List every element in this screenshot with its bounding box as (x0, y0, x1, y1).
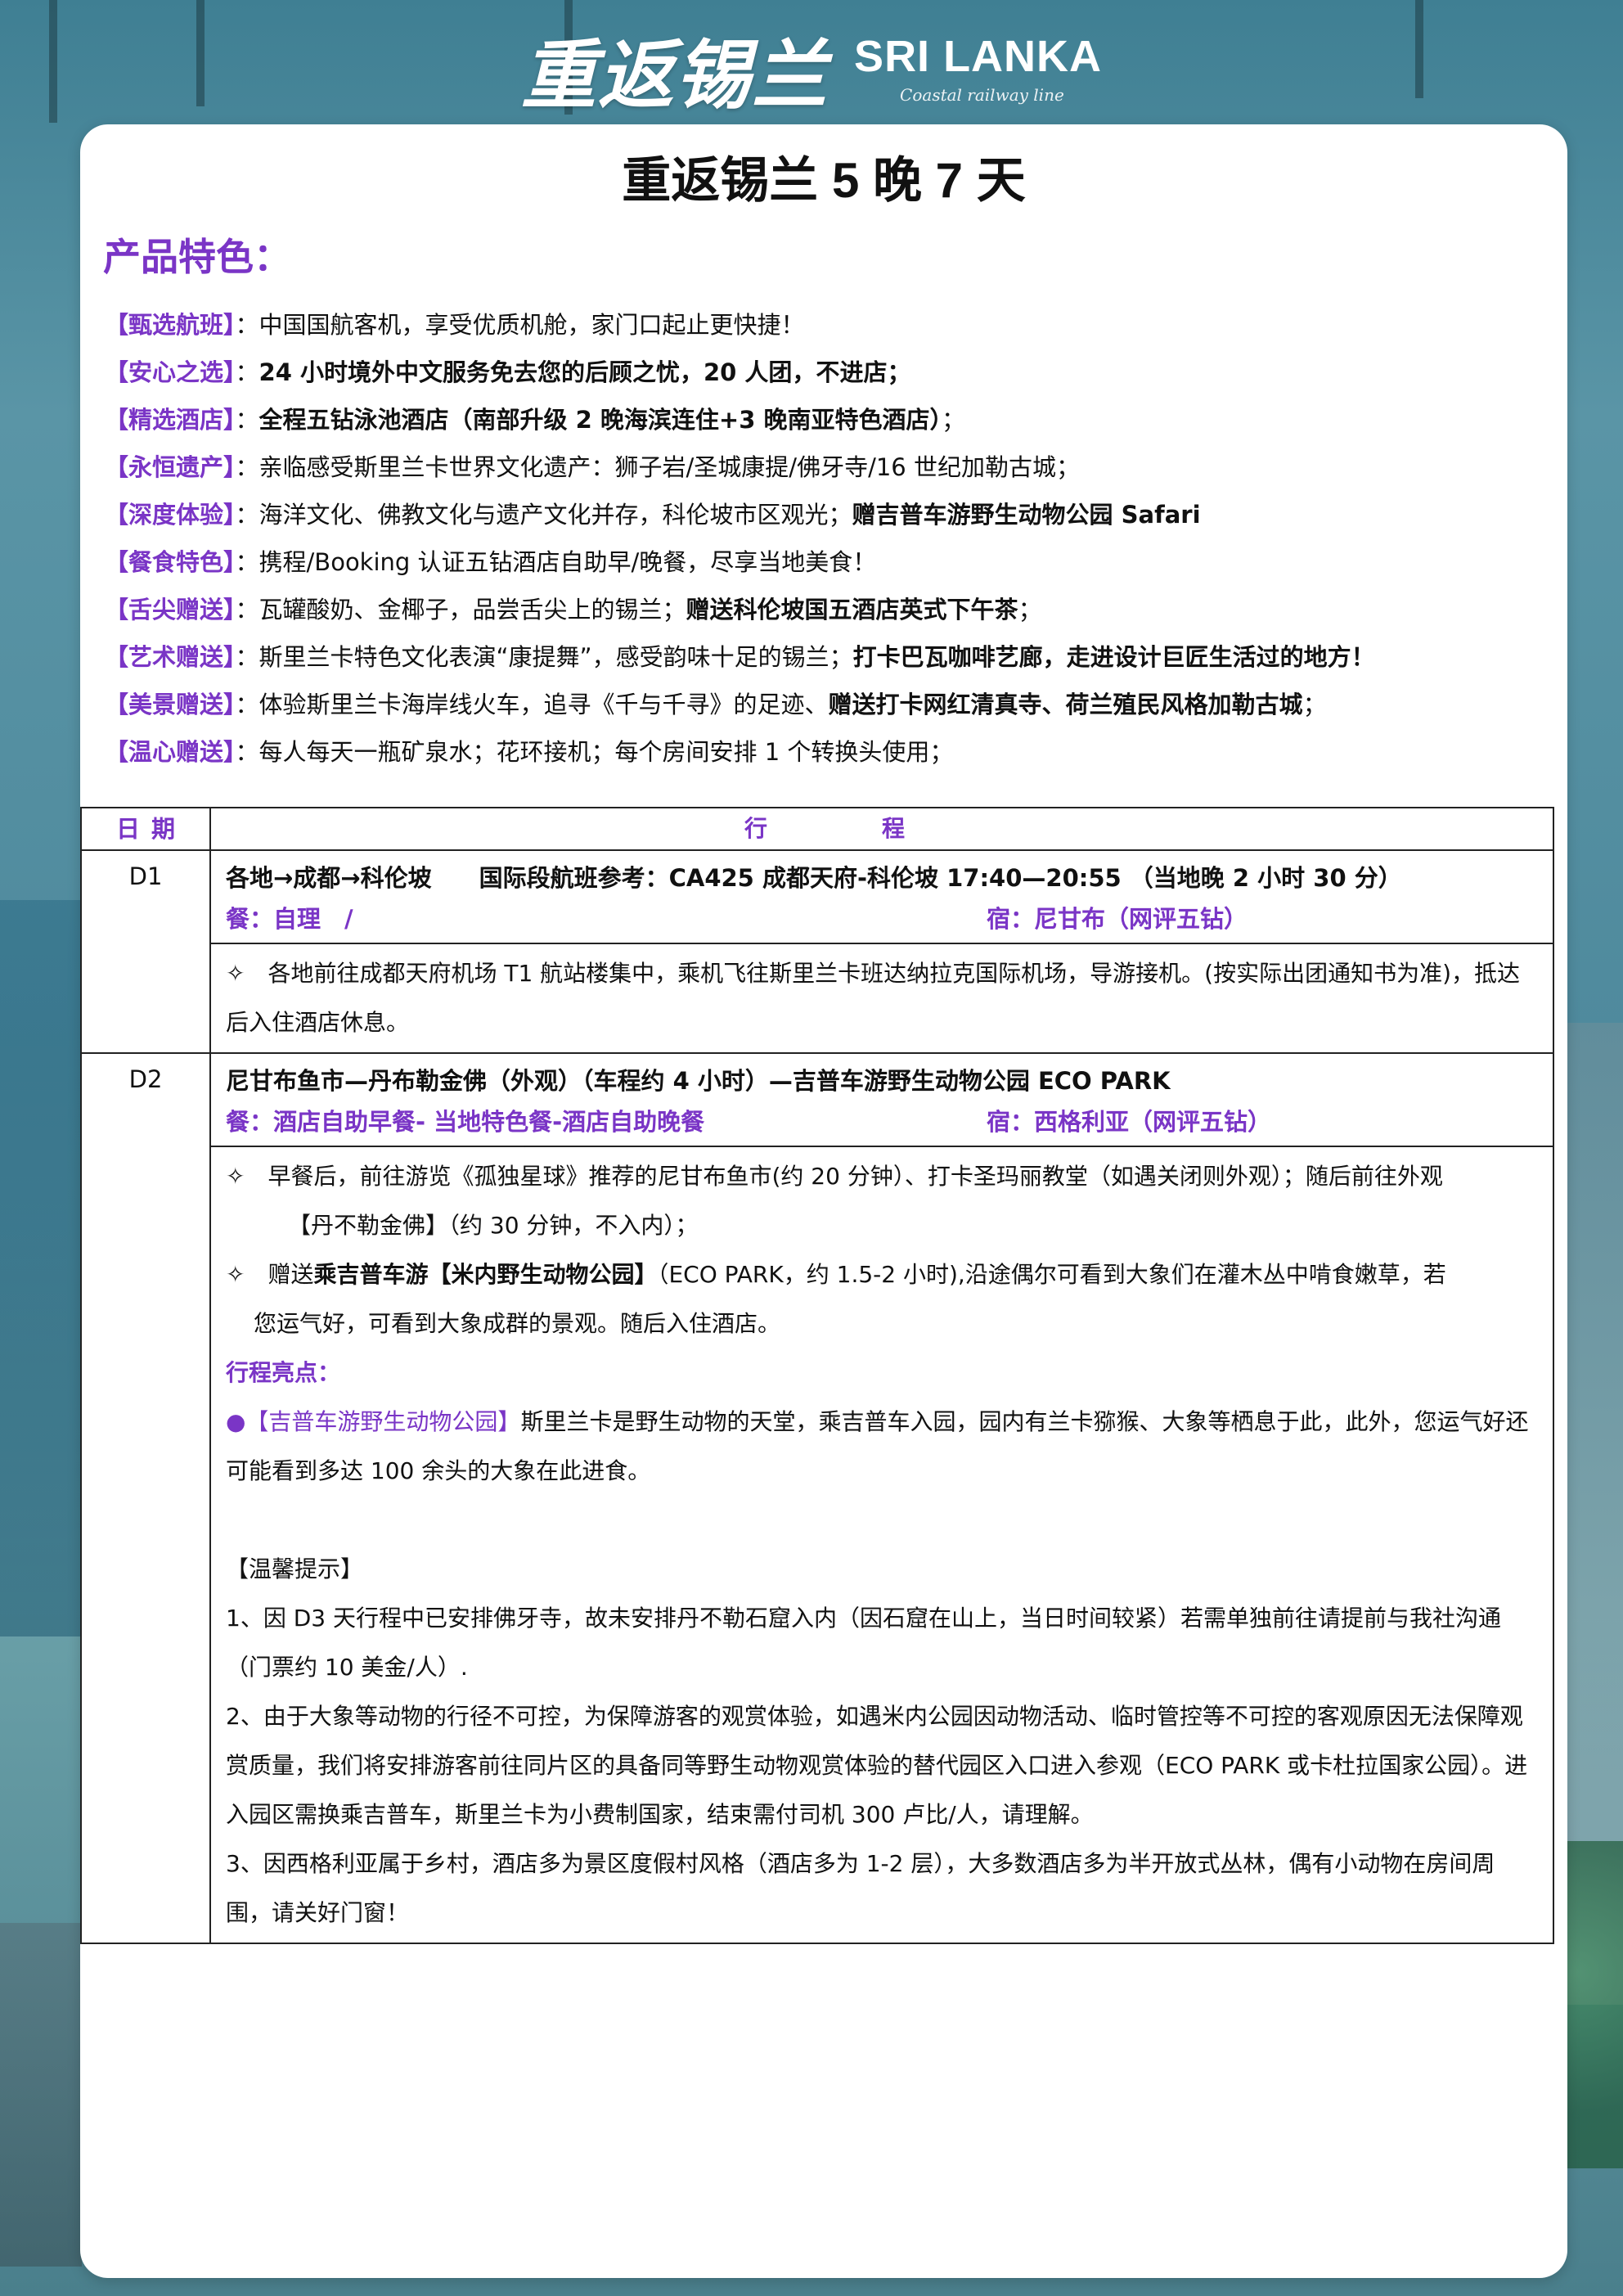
feature-tag: 【安心之选】 (105, 358, 236, 386)
highlight-title: 行程亮点： (226, 1359, 341, 1386)
table-row: D1 各地→成都→科伦坡 国际段航班参考：CA425 成都天府-科伦坡 17:4… (80, 849, 1554, 1054)
features-heading: 产品特色： (103, 236, 291, 278)
feature-tag: 【艺术赠送】 (105, 643, 236, 671)
feature-item: 【永恒遗产】：亲临感受斯里兰卡世界文化遗产：狮子岩/圣城康提/佛牙寺/16 世纪… (105, 453, 1080, 481)
hotel-info: 宿：西格利亚（网评五钻） (987, 1108, 1272, 1136)
feature-tag: 【舌尖赠送】 (105, 596, 236, 624)
feature-text: ； (941, 406, 965, 434)
column-header-day: 日期 (80, 807, 211, 851)
feature-text-bold: 打卡巴瓦咖啡艺廊，走进设计巨匠生活过的地方！ (852, 643, 1375, 671)
tip-item: 1、因 D3 天行程中已安排佛牙寺，故未安排丹不勒石窟入内（因石窟在山上，当日时… (226, 1605, 1501, 1681)
highlight-paragraph: ●【吉普车游野生动物公园】斯里兰卡是野生动物的天堂，乘吉普车入园，园内有兰卡猕猴… (226, 1398, 1538, 1496)
feature-text: 中国国航客机，享受优质机舱，家门口起止更快捷！ (259, 311, 805, 339)
day-label: D1 (128, 862, 163, 890)
table-row: ✧ 早餐后，前往游览《孤独星球》推荐的尼甘布鱼市(约 20 分钟）、打卡圣玛丽教… (81, 1146, 1554, 1944)
feature-text-bold: 全程五钻泳池酒店（南部升级 2 晚海滨连住+3 晚南亚特色酒店） (259, 406, 942, 434)
meal-info: 餐：自理 / (226, 905, 353, 933)
logo-english: SRI LANKA (854, 31, 1103, 81)
column-header-itinerary: 行程 (209, 807, 1554, 851)
feature-item: 【美景赠送】：体验斯里兰卡海岸线火车，追寻《千与千寻》的足迹、赠送打卡网红清真寺… (105, 691, 1327, 718)
feature-tag: 【餐食特色】 (105, 548, 236, 576)
day-label: D2 (128, 1065, 163, 1093)
feature-item: 【甄选航班】：中国国航客机，享受优质机舱，家门口起止更快捷！ (105, 311, 805, 339)
features-list: 【甄选航班】：中国国航客机，享受优质机舱，家门口起止更快捷！ 【安心之选】：24 … (105, 301, 1544, 776)
feature-item: 【温心赠送】：每人每天一瓶矿泉水；花环接机；每个房间安排 1 个转换头使用； (105, 738, 954, 766)
sea-background (0, 900, 90, 1636)
feature-text: 每人每天一瓶矿泉水；花环接机；每个房间安排 1 个转换头使用； (259, 738, 954, 766)
feature-text-bold: 赠送科伦坡国五酒店英式下午茶 (686, 596, 1018, 624)
day-summary-d2: 尼甘布鱼市—丹布勒金佛（外观）（车程约 4 小时）—吉普车游野生动物公园 ECO… (209, 1052, 1554, 1147)
feature-text: ； (1302, 691, 1327, 718)
tips-title: 【温馨提示】 (226, 1555, 364, 1582)
day-cell-d1: D1 (80, 849, 211, 1054)
meal-line: 餐：自理 / 宿：尼甘布（网评五钻） (226, 900, 1538, 938)
text-run-bold: 乘吉普车游【米内野生动物公园】 (313, 1261, 658, 1288)
day-description: ✧ 各地前往成都天府机场 T1 航站楼集中，乘机飞往斯里兰卡班达纳拉克国际机场，… (226, 960, 1521, 1036)
day-title: 尼甘布鱼市—丹布勒金佛（外观）（车程约 4 小时）—吉普车游野生动物公园 ECO… (226, 1067, 1171, 1095)
feature-tag: 【甄选航班】 (105, 311, 236, 339)
feature-item: 【精选酒店】：全程五钻泳池酒店（南部升级 2 晚海滨连住+3 晚南亚特色酒店）； (105, 406, 965, 434)
hotel-info: 宿：尼甘布（网评五钻） (987, 905, 1248, 933)
day-summary-d1: 各地→成都→科伦坡 国际段航班参考：CA425 成都天府-科伦坡 17:40—2… (209, 849, 1554, 944)
logo-chinese: 重返锡兰 (520, 31, 829, 119)
itinerary-paragraph: 您运气好，可看到大象成群的景观。随后入住酒店。 (254, 1310, 781, 1337)
itinerary-paragraph: 【丹不勒金佛】（约 30 分钟，不入内）； (288, 1212, 699, 1239)
feature-item: 【艺术赠送】：斯里兰卡特色文化表演“康提舞”，感受韵味十足的锡兰；打卡巴瓦咖啡艺… (105, 643, 1375, 671)
content-card: 重返锡兰 5 晚 7 天 产品特色： 【甄选航班】：中国国航客机，享受优质机舱，… (80, 124, 1567, 2278)
highlight-tag: ●【吉普车游野生动物公园】 (226, 1408, 521, 1435)
text-run: （ECO PARK，约 1.5-2 小时),沿途偶尔可看到大象们在灌木丛中啃食嫩… (657, 1261, 1446, 1288)
itinerary-table: 日期 行程 D1 各地→成都→科伦坡 国际段航班参考：CA425 成都天府-科伦… (80, 807, 1554, 1944)
itinerary-paragraph: ✧ 早餐后，前往游览《孤独星球》推荐的尼甘布鱼市(约 20 分钟）、打卡圣玛丽教… (226, 1163, 1443, 1190)
feature-text-bold: 24 小时境外中文服务免去您的后顾之忧，20 人团，不进店； (259, 358, 911, 386)
feature-text: 携程/Booking 认证五钻酒店自助早/晚餐，尽享当地美食！ (259, 548, 877, 576)
text-run: ✧ 赠送 (226, 1261, 314, 1288)
logo-subtitle: Coastal railway line (900, 84, 1064, 105)
tip-item: 3、因西格利亚属于乡村，酒店多为景区度假村风格（酒店多为 1-2 层），大多数酒… (226, 1850, 1495, 1926)
feature-tag: 【深度体验】 (105, 501, 236, 529)
table-row: D2 尼甘布鱼市—丹布勒金佛（外观）（车程约 4 小时）—吉普车游野生动物公园 … (80, 1052, 1554, 1944)
day-detail-d2: ✧ 早餐后，前往游览《孤独星球》推荐的尼甘布鱼市(约 20 分钟）、打卡圣玛丽教… (209, 1146, 1554, 1944)
day-cell-d2: D2 (80, 1052, 211, 1944)
feature-tag: 【温心赠送】 (105, 738, 236, 766)
feature-item: 【舌尖赠送】：瓦罐酸奶、金椰子，品尝舌尖上的锡兰；赠送科伦坡国五酒店英式下午茶； (105, 596, 1042, 624)
tip-item: 2、由于大象等动物的行径不可控，为保障游客的观赏体验，如遇米内公园因动物活动、临… (226, 1703, 1528, 1828)
feature-text: 海洋文化、佛教文化与遗产文化并存，科伦坡市区观光； (259, 501, 852, 529)
logo-english-block: SRI LANKA Coastal railway line (854, 34, 1102, 105)
meal-info: 餐：酒店自助早餐- 当地特色餐-酒店自助晚餐 (226, 1108, 705, 1136)
header-logo: 重返锡兰 SRI LANKA Coastal railway line (0, 15, 1623, 124)
feature-text-bold: 赠吉普车游野生动物公园 Safari (852, 501, 1201, 529)
feature-tag: 【永恒遗产】 (105, 453, 236, 481)
feature-item: 【深度体验】：海洋文化、佛教文化与遗产文化并存，科伦坡市区观光；赠吉普车游野生动… (105, 501, 1201, 529)
feature-text-bold: 赠送打卡网红清真寺、荷兰殖民风格加勒古城 (828, 691, 1303, 718)
feature-item: 【餐食特色】：携程/Booking 认证五钻酒店自助早/晚餐，尽享当地美食！ (105, 548, 877, 576)
railing-background (0, 1923, 82, 2267)
feature-tag: 【美景赠送】 (105, 691, 236, 718)
feature-tag: 【精选酒店】 (105, 406, 236, 434)
feature-text: 亲临感受斯里兰卡世界文化遗产：狮子岩/圣城康提/佛牙寺/16 世纪加勒古城； (259, 453, 1080, 481)
table-header-row: 日期 行程 (80, 807, 1554, 851)
feature-text: ； (1018, 596, 1042, 624)
feature-item: 【安心之选】：24 小时境外中文服务免去您的后顾之忧，20 人团，不进店； (105, 358, 911, 386)
feature-text: 瓦罐酸奶、金椰子，品尝舌尖上的锡兰； (259, 596, 686, 624)
page-title: 重返锡兰 5 晚 7 天 (622, 153, 1026, 208)
meal-line: 餐：酒店自助早餐- 当地特色餐-酒店自助晚餐 宿：西格利亚（网评五钻） (226, 1103, 1538, 1141)
day-detail-d1: ✧ 各地前往成都天府机场 T1 航站楼集中，乘机飞往斯里兰卡班达纳拉克国际机场，… (209, 943, 1554, 1054)
table-row: ✧ 各地前往成都天府机场 T1 航站楼集中，乘机飞往斯里兰卡班达纳拉克国际机场，… (81, 943, 1554, 1054)
itinerary-paragraph: ✧ 赠送乘吉普车游【米内野生动物公园】（ECO PARK，约 1.5-2 小时)… (226, 1250, 1538, 1299)
feature-text: 斯里兰卡特色文化表演“康提舞”，感受韵味十足的锡兰； (259, 643, 853, 671)
feature-text: 体验斯里兰卡海岸线火车，追寻《千与千寻》的足迹、 (259, 691, 829, 718)
day-title: 各地→成都→科伦坡 国际段航班参考：CA425 成都天府-科伦坡 17:40—2… (226, 864, 1402, 892)
